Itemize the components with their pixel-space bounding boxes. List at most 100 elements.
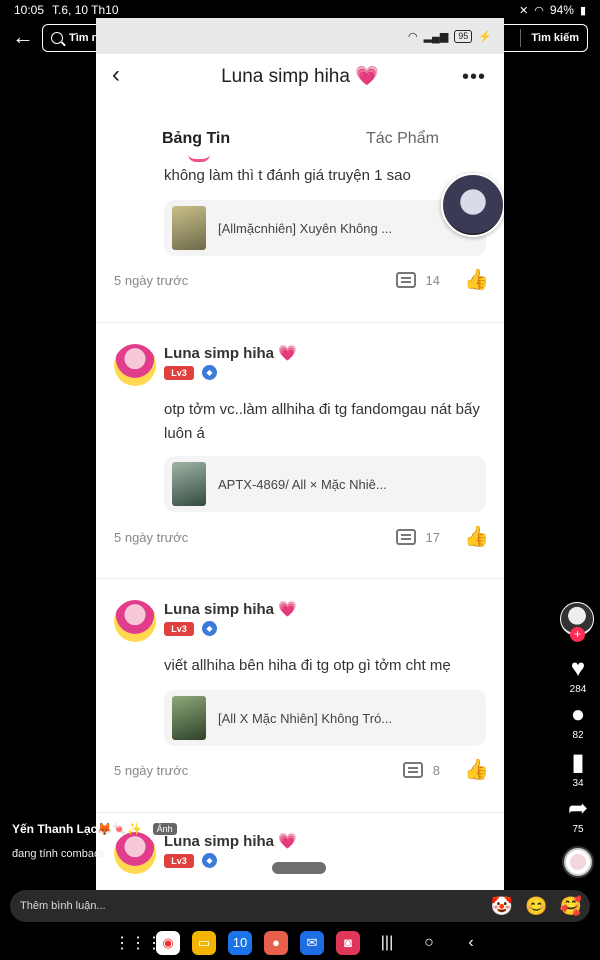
share-count: 75 [572, 824, 584, 835]
calendar-icon[interactable]: 10 [228, 931, 252, 955]
back-arrow-icon[interactable]: ← [10, 24, 36, 50]
floating-avatar [441, 173, 504, 237]
tab-underline [188, 154, 210, 162]
post-text: viết allhiha bên hiha đi tg otp gì tởm c… [164, 657, 451, 674]
bookmark-icon: ▮ [571, 749, 585, 776]
inner-signal-icon: ▂▄▆ [423, 30, 449, 43]
home-icon[interactable]: ○ [414, 934, 444, 952]
post-time: 5 ngày trước [114, 272, 189, 288]
recents-icon[interactable]: ||| [372, 934, 402, 952]
battery-icon: ▮ [579, 4, 586, 17]
video-caption: Yến Thanh Lạc🦊🍬✨ Ảnh đang tính comback [12, 820, 272, 860]
emoji-smile-icon[interactable]: 😊 [525, 896, 547, 917]
caption-username[interactable]: Yến Thanh Lạc🦊🍬✨ [12, 822, 142, 836]
post-attachment: [All X Mặc Nhiên] Không Tró... [164, 690, 486, 746]
tab-bang-tin: Bảng Tin [162, 130, 231, 147]
wifi-icon: ◠ [534, 4, 544, 17]
like-icon: 👍 [464, 526, 489, 548]
attachment-title: [Allmặcnhiên] Xuyên Không ... [218, 220, 393, 236]
photo-tag: Ảnh [152, 822, 177, 835]
emoji-clown-icon[interactable]: 🤡 [491, 896, 513, 917]
messages-icon[interactable]: ✉ [300, 931, 324, 955]
attachment-thumbnail [172, 206, 206, 250]
post-author: Luna simp hiha 💗 Lv3 ◆ [114, 600, 414, 644]
comment-button[interactable]: ● 82 [556, 701, 600, 742]
heart-icon: 💗 [278, 601, 297, 618]
battery-percent: 94% [549, 3, 574, 17]
comment-icon [402, 762, 423, 778]
comment-icon [395, 272, 416, 288]
mute-icon: ✕ [519, 4, 529, 17]
post-divider [96, 322, 504, 323]
search-submit-button[interactable]: Tìm kiếm [531, 32, 579, 44]
post-meta: 5 ngày trước 17 👍 [114, 524, 489, 550]
share-arrow-icon: ➦ [567, 795, 589, 822]
post-text: không làm thì t đánh giá truyện 1 sao [164, 167, 411, 184]
status-date: T.6, 10 Th10 [52, 3, 119, 17]
status-bar: 10:05 T.6, 10 Th10 ✕ ◠ 94% ▮ [0, 0, 600, 20]
profile-tabs: Bảng Tin Tác Phẩm [96, 122, 504, 162]
attachment-thumbnail [172, 462, 206, 506]
search-icon [51, 32, 63, 44]
post-author: Luna simp hiha 💗 Lv3 ◆ [114, 344, 414, 388]
music-disc[interactable] [562, 846, 594, 878]
app-drawer-icon[interactable]: ⋮⋮⋮ [114, 933, 162, 953]
comment-count: 17 [425, 529, 440, 545]
avatar [114, 344, 156, 386]
verified-icon: ◆ [202, 365, 217, 380]
comment-bubble-icon: ● [570, 701, 586, 728]
comment-count: 8 [432, 762, 440, 778]
share-button[interactable]: ➦ 75 [556, 795, 600, 836]
attachment-thumbnail [172, 696, 206, 740]
comment-input[interactable]: Thêm bình luận... 🤡 😊 🥰 [10, 890, 590, 922]
like-icon: 👍 [464, 759, 489, 781]
inner-back-icon: ‹ [112, 61, 120, 88]
avatar [114, 600, 156, 642]
heart-icon: 💗 [278, 345, 297, 362]
follow-plus-icon[interactable]: + [570, 627, 585, 642]
post-time: 5 ngày trước [114, 762, 189, 778]
video-progress-pill [272, 862, 326, 874]
post-attachment: APTX-4869/ All × Mặc Nhiê... [164, 456, 486, 512]
contacts-icon[interactable]: ● [264, 931, 288, 955]
files-icon[interactable]: ▭ [192, 931, 216, 955]
comment-count: 14 [425, 272, 440, 288]
save-button[interactable]: ▮ 34 [556, 749, 600, 790]
emoji-love-icon[interactable]: 🥰 [560, 896, 582, 917]
like-count: 284 [569, 684, 587, 695]
post-divider [96, 578, 504, 579]
level-badge: Lv3 [164, 366, 194, 380]
profile-header: ‹ Luna simp hiha 💗 ••• [96, 54, 504, 98]
post-divider [96, 812, 504, 813]
comment-icon [395, 529, 416, 545]
comment-placeholder: Thêm bình luận... [20, 900, 106, 912]
post-time: 5 ngày trước [114, 529, 189, 545]
video-content[interactable]: ◠ ▂▄▆ 95 ⚡ ‹ Luna simp hiha 💗 ••• Bảng T… [96, 18, 504, 922]
post-meta: 5 ngày trước 8 👍 [114, 757, 489, 783]
heart-icon: 💗 [278, 833, 297, 850]
post-text: otp tởm vc..làm allhiha đi tg fandomgau … [164, 401, 480, 442]
level-badge: Lv3 [164, 622, 194, 636]
more-icon: ••• [461, 66, 486, 88]
tab-tac-pham: Tác Phẩm [366, 130, 439, 147]
profile-title: Luna simp hiha [221, 66, 350, 87]
like-icon: 👍 [464, 269, 489, 291]
verified-icon: ◆ [202, 621, 217, 636]
inner-charging-icon: ⚡ [478, 30, 492, 43]
save-count: 34 [572, 778, 584, 789]
author-name: Luna simp hiha [164, 601, 275, 618]
inner-battery: 95 [454, 29, 473, 43]
caption-description[interactable]: đang tính comback [12, 848, 272, 860]
inner-status-bar: ◠ ▂▄▆ 95 ⚡ [96, 18, 504, 54]
attachment-title: APTX-4869/ All × Mặc Nhiê... [218, 476, 387, 492]
status-time: 10:05 [14, 3, 45, 17]
camera-icon[interactable]: ◙ [336, 931, 360, 955]
comments-count: 82 [572, 730, 584, 741]
like-button[interactable]: ♥ 284 [556, 656, 600, 696]
attachment-title: [All X Mặc Nhiên] Không Tró... [218, 710, 393, 726]
author-name: Luna simp hiha [164, 345, 275, 362]
back-icon[interactable]: ‹ [456, 934, 486, 952]
search-divider [520, 29, 522, 47]
chrome-icon[interactable]: ◉ [156, 931, 180, 955]
inner-wifi-icon: ◠ [407, 30, 418, 43]
